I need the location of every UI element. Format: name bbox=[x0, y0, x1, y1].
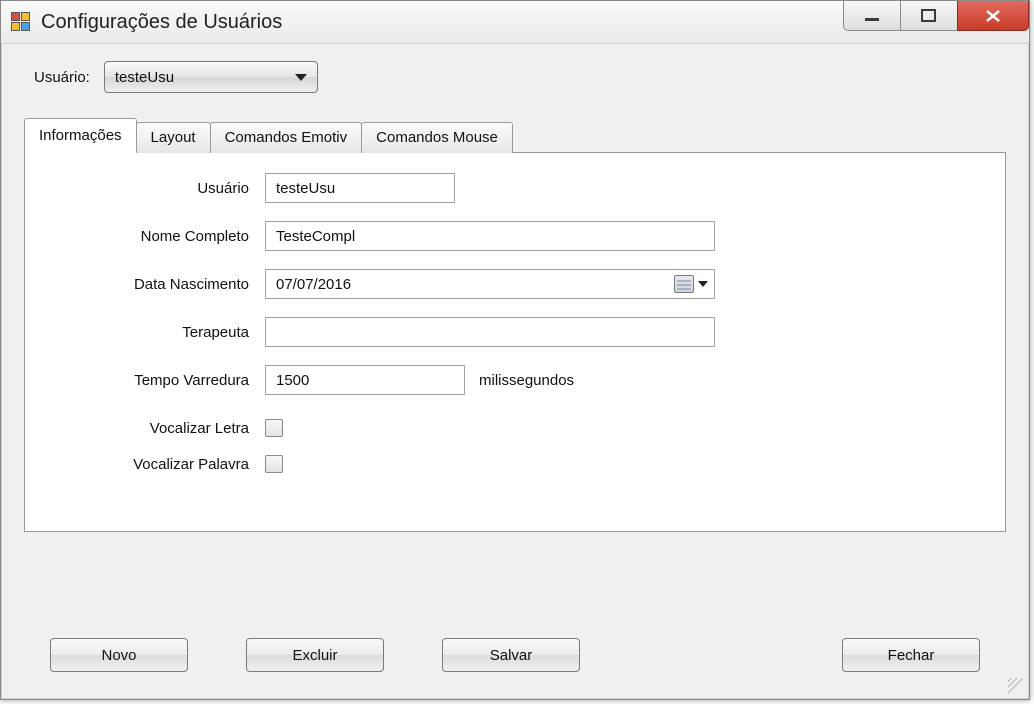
vocalizar-letra-label: Vocalizar Letra bbox=[49, 420, 265, 437]
user-dropdown[interactable]: testeUsu bbox=[104, 61, 318, 93]
window: Configurações de Usuários Usuário: teste… bbox=[0, 0, 1030, 700]
date-picker-button[interactable] bbox=[674, 275, 714, 293]
minimize-icon bbox=[863, 9, 881, 23]
user-dropdown-value: testeUsu bbox=[115, 69, 174, 86]
user-selector-label: Usuário: bbox=[34, 69, 90, 86]
close-button[interactable] bbox=[957, 1, 1029, 31]
vocalizar-palavra-label: Vocalizar Palavra bbox=[49, 456, 265, 473]
tab-informacoes[interactable]: Informações bbox=[24, 118, 137, 153]
tab-layout[interactable]: Layout bbox=[136, 122, 211, 153]
minimize-button[interactable] bbox=[843, 1, 901, 31]
fechar-button[interactable]: Fechar bbox=[842, 638, 980, 672]
tab-comandos-mouse[interactable]: Comandos Mouse bbox=[361, 122, 513, 153]
salvar-button[interactable]: Salvar bbox=[442, 638, 580, 672]
data-nascimento-field[interactable]: 07/07/2016 bbox=[265, 269, 715, 299]
tempo-varredura-label: Tempo Varredura bbox=[49, 372, 265, 389]
client-area: Usuário: testeUsu Informações Layout Com… bbox=[1, 43, 1029, 699]
vocalizar-letra-checkbox[interactable] bbox=[265, 419, 283, 437]
data-nascimento-label: Data Nascimento bbox=[49, 276, 265, 293]
excluir-button[interactable]: Excluir bbox=[246, 638, 384, 672]
maximize-button[interactable] bbox=[900, 1, 958, 31]
user-selector-row: Usuário: testeUsu bbox=[34, 61, 1006, 93]
usuario-field-label: Usuário bbox=[49, 180, 265, 197]
vocalizar-palavra-checkbox[interactable] bbox=[265, 455, 283, 473]
resize-grip[interactable] bbox=[1008, 678, 1024, 694]
button-row: Novo Excluir Salvar Fechar bbox=[50, 638, 980, 672]
nome-completo-field[interactable] bbox=[265, 221, 715, 251]
usuario-field[interactable] bbox=[265, 173, 455, 203]
novo-button[interactable]: Novo bbox=[50, 638, 188, 672]
tab-comandos-emotiv[interactable]: Comandos Emotiv bbox=[210, 122, 363, 153]
window-controls bbox=[844, 1, 1029, 31]
tab-strip: Informações Layout Comandos Emotiv Coman… bbox=[24, 117, 1006, 152]
tempo-varredura-field[interactable] bbox=[265, 365, 465, 395]
tab-control: Informações Layout Comandos Emotiv Coman… bbox=[24, 117, 1006, 532]
close-icon bbox=[983, 9, 1003, 23]
tab-page-informacoes: Usuário Nome Completo Data Nascimento 07… bbox=[24, 152, 1006, 532]
calendar-icon bbox=[674, 275, 694, 293]
chevron-down-icon bbox=[698, 281, 708, 287]
terapeuta-label: Terapeuta bbox=[49, 324, 265, 341]
data-nascimento-value: 07/07/2016 bbox=[276, 276, 351, 293]
app-icon bbox=[11, 12, 31, 32]
titlebar: Configurações de Usuários bbox=[1, 1, 1029, 44]
window-title: Configurações de Usuários bbox=[41, 11, 282, 34]
terapeuta-field[interactable] bbox=[265, 317, 715, 347]
maximize-icon bbox=[920, 9, 938, 23]
chevron-down-icon bbox=[295, 74, 307, 81]
nome-completo-label: Nome Completo bbox=[49, 228, 265, 245]
tempo-varredura-unit: milissegundos bbox=[479, 372, 574, 389]
